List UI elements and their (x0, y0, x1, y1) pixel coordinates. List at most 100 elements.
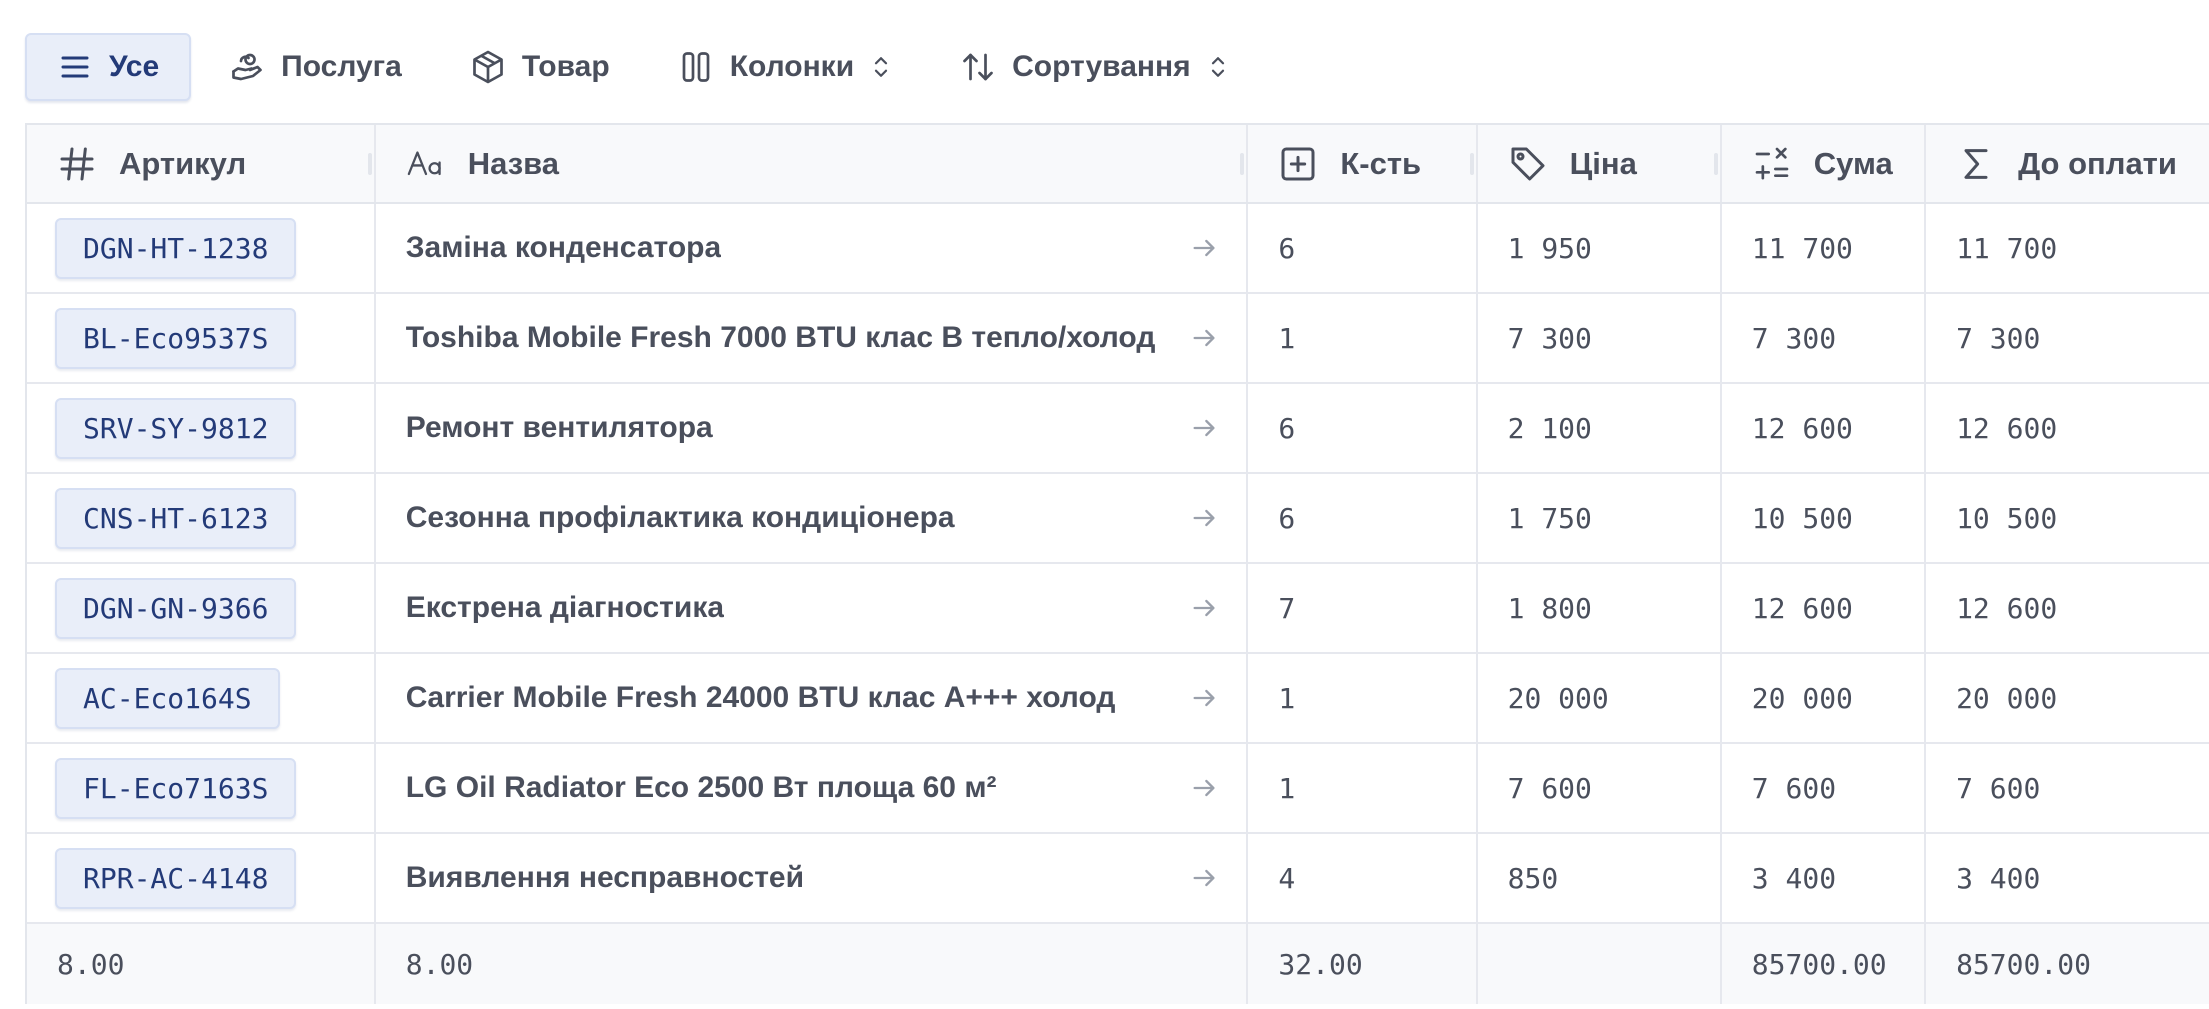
column-header-sum[interactable]: Сума (1722, 125, 1927, 202)
table-row[interactable]: DGN-HT-1238 Заміна конденсатора 6 1 950 11 7… (27, 204, 2209, 294)
filter-product-label: Товар (521, 50, 610, 83)
menu-icon (61, 56, 89, 78)
columns-icon (682, 52, 710, 82)
table-row[interactable]: AC-Eco164S Carrier Mobile Fresh 24000 BTU… (27, 654, 2209, 744)
table-row[interactable]: RPR-AC-4148 Виявлення несправностей 4 850 3 … (27, 834, 2209, 924)
sku-cell: BL-Eco9537S (27, 294, 376, 382)
sigma-icon (1964, 148, 1988, 179)
name-cell[interactable]: Toshiba Mobile Fresh 7000 BTU клас B теп… (376, 294, 1249, 382)
column-header-sku-label: Артикул (119, 145, 247, 181)
sum-cell: 7 600 (1722, 744, 1927, 832)
price-cell[interactable]: 20 000 (1478, 654, 1722, 742)
price-cell[interactable]: 850 (1478, 834, 1722, 922)
to-pay-cell: 11 700 (1956, 231, 2058, 265)
sku-chip[interactable]: CNS-HT-6123 (55, 487, 297, 549)
price-cell[interactable]: 1 750 (1478, 474, 1722, 562)
name-cell[interactable]: LG Oil Radiator Eco 2500 Вт площа 60 м² (376, 744, 1249, 832)
item-name: Заміна конденсатора (405, 231, 722, 264)
sum-cell: 10 500 (1722, 474, 1927, 562)
qty-cell[interactable]: 4 (1248, 834, 1478, 922)
sum-cell: 3 400 (1722, 834, 1927, 922)
name-cell[interactable]: Ремонт вентилятора (376, 384, 1249, 472)
arrow-right-icon[interactable] (1190, 414, 1218, 442)
sort-arrows-icon (963, 53, 993, 81)
sku-chip[interactable]: FL-Eco7163S (55, 757, 297, 819)
column-header-qty-label: К-сть (1340, 145, 1422, 181)
sku-chip[interactable]: BL-Eco9537S (55, 307, 297, 369)
filter-service-button[interactable]: Послуга (199, 33, 432, 101)
to-pay-cell: 12 600 (1956, 591, 2058, 625)
to-pay-cell: 7 300 (1956, 321, 2041, 355)
qty-cell[interactable]: 1 (1248, 654, 1478, 742)
qty-cell[interactable]: 1 (1248, 744, 1478, 832)
columns-button[interactable]: Колонки (648, 33, 922, 101)
column-resize-handle[interactable] (367, 153, 372, 175)
table-footer-totals: 8.00 8.00 32.00 85700.00 85700.00 (27, 924, 2209, 1004)
column-header-name-label: Назва (467, 145, 560, 181)
table-row[interactable]: BL-Eco9537S Toshiba Mobile Fresh 7000 BTU… (27, 294, 2209, 384)
table-row[interactable]: FL-Eco7163S LG Oil Radiator Eco 2500 Вт п… (27, 744, 2209, 834)
total-qty: 32.00 (1248, 924, 1478, 1004)
to-pay-cell: 3 400 (1956, 861, 2041, 895)
price-cell[interactable]: 1 800 (1478, 564, 1722, 652)
arrow-right-icon[interactable] (1190, 684, 1218, 712)
sku-chip[interactable]: DGN-GN-9366 (55, 577, 297, 639)
table-header: Артикул Назва К-сть Ціна Сума До оплати (27, 125, 2209, 204)
column-resize-handle[interactable] (1240, 153, 1245, 175)
name-cell[interactable]: Виявлення несправностей (376, 834, 1249, 922)
name-cell[interactable]: Екстрена діагностика (376, 564, 1249, 652)
sum-cell: 12 600 (1722, 564, 1927, 652)
sku-cell: SRV-SY-9812 (27, 384, 376, 472)
sku-cell: DGN-GN-9366 (27, 564, 376, 652)
sku-chip[interactable]: AC-Eco164S (55, 667, 280, 729)
filter-all-button[interactable]: Усе (25, 33, 192, 101)
column-header-to-pay[interactable]: До оплати (1926, 125, 2209, 202)
price-cell[interactable]: 1 950 (1478, 204, 1722, 292)
arrow-right-icon[interactable] (1190, 234, 1218, 262)
arrow-right-icon[interactable] (1190, 324, 1218, 352)
qty-cell[interactable]: 7 (1248, 564, 1478, 652)
column-header-sku[interactable]: Артикул (27, 125, 376, 202)
column-resize-handle[interactable] (1469, 153, 1474, 175)
filter-service-label: Послуга (281, 50, 402, 83)
column-header-name[interactable]: Назва (376, 125, 1249, 202)
qty-cell[interactable]: 6 (1248, 384, 1478, 472)
name-cell[interactable]: Заміна конденсатора (376, 204, 1249, 292)
price-cell[interactable]: 7 600 (1478, 744, 1722, 832)
plus-square-icon (1281, 147, 1315, 180)
item-name: Сезонна профілактика кондиціонера (405, 501, 955, 534)
qty-cell[interactable]: 1 (1248, 294, 1478, 382)
sku-chip[interactable]: RPR-AC-4148 (55, 847, 297, 909)
sum-cell: 7 300 (1722, 294, 1927, 382)
total-sku: 8.00 (27, 924, 376, 1004)
sort-button[interactable]: Сортування (930, 33, 1259, 101)
name-cell[interactable]: Сезонна профілактика кондиціонера (376, 474, 1249, 562)
total-price (1478, 924, 1722, 1004)
table-row[interactable]: DGN-GN-9366 Екстрена діагностика 7 1 800 12 … (27, 564, 2209, 654)
arrow-right-icon[interactable] (1190, 774, 1218, 802)
price-cell[interactable]: 2 100 (1478, 384, 1722, 472)
filter-product-button[interactable]: Товар (440, 33, 640, 101)
arrow-right-icon[interactable] (1190, 864, 1218, 892)
sku-cell: FL-Eco7163S (27, 744, 376, 832)
table-row[interactable]: SRV-SY-9812 Ремонт вентилятора 6 2 100 12 60… (27, 384, 2209, 474)
column-resize-handle[interactable] (1713, 153, 1718, 175)
qty-cell[interactable]: 6 (1248, 474, 1478, 562)
arrow-right-icon[interactable] (1190, 594, 1218, 622)
name-cell[interactable]: Carrier Mobile Fresh 24000 BTU клас A+++… (376, 654, 1249, 742)
column-header-price[interactable]: Ціна (1478, 125, 1722, 202)
sku-chip[interactable]: SRV-SY-9812 (55, 397, 297, 459)
item-name: Toshiba Mobile Fresh 7000 BTU клас B теп… (405, 321, 1156, 354)
column-header-qty[interactable]: К-сть (1248, 125, 1478, 202)
total-name: 8.00 (376, 924, 1249, 1004)
sum-cell: 11 700 (1722, 204, 1927, 292)
table-row[interactable]: CNS-HT-6123 Сезонна профілактика кондиціо… (27, 474, 2209, 564)
item-name: Carrier Mobile Fresh 24000 BTU клас A+++… (405, 681, 1116, 714)
price-cell[interactable]: 7 300 (1478, 294, 1722, 382)
hand-service-icon (232, 53, 263, 81)
text-type-icon (407, 150, 441, 175)
arrow-right-icon[interactable] (1190, 504, 1218, 532)
sku-chip[interactable]: DGN-HT-1238 (55, 217, 297, 279)
sku-cell: RPR-AC-4148 (27, 834, 376, 922)
qty-cell[interactable]: 6 (1248, 204, 1478, 292)
